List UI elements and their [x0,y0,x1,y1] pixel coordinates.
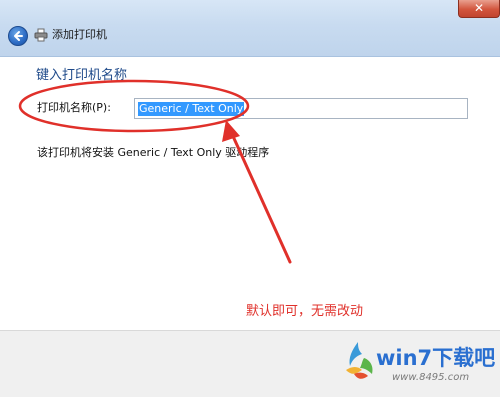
annotation-overlay [18,79,292,264]
watermark-site-name: win7下载吧 [376,346,496,370]
watermark-url: www.8495.com [392,372,470,383]
annotation-text: 默认即可，无需改动 [246,304,364,319]
annotation-ellipse [18,79,250,133]
windows-logo-icon [346,342,373,379]
annotation-arrow [230,132,292,264]
annotation-arrowhead [222,120,240,142]
